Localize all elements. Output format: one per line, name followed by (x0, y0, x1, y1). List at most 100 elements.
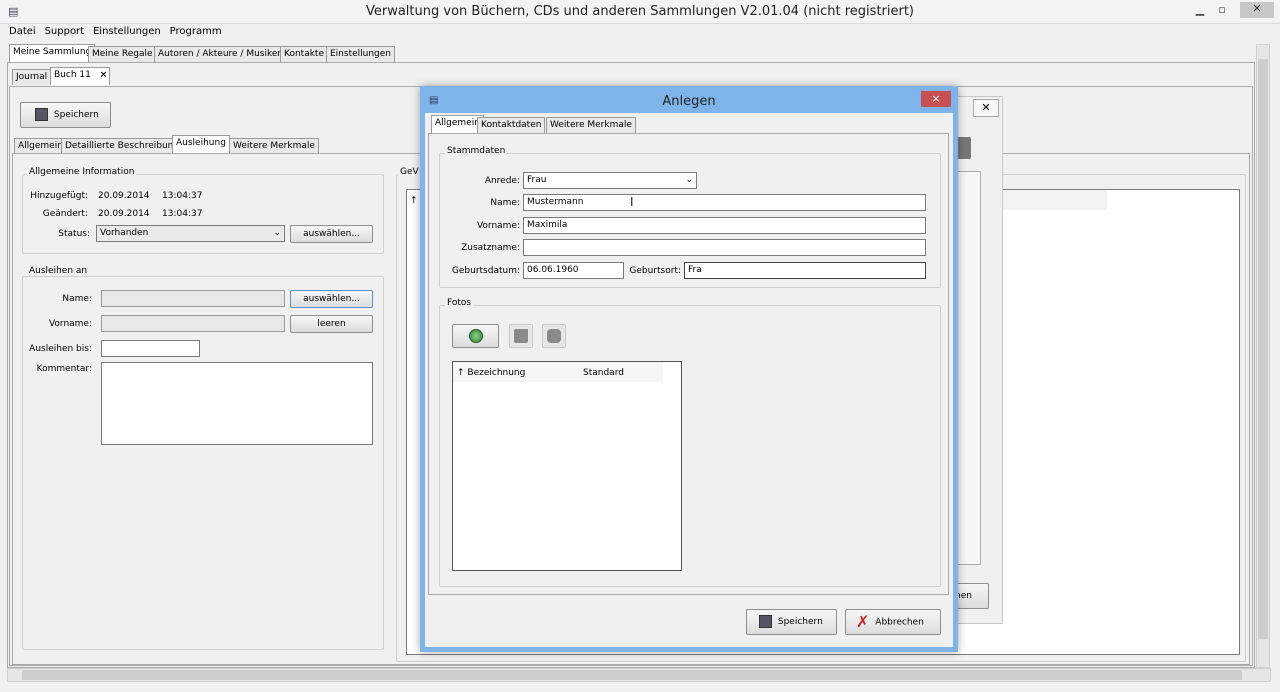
dialog-title: Anlegen (662, 94, 716, 109)
window-titlebar: ▤ Verwaltung von Büchern, CDs und andere… (0, 0, 1280, 24)
col-bezeichnung[interactable]: ↑ Bezeichnung (457, 368, 525, 378)
geburtsort-label: Geburtsort: (629, 266, 681, 276)
lend-group-title: Ausleihen an (27, 266, 90, 276)
background-dialog-close-icon[interactable]: ✕ (973, 99, 999, 117)
dialog-close-icon[interactable]: × (921, 91, 951, 107)
lend-until-label: Ausleihen bis: (29, 344, 92, 354)
lend-name-label: Name: (62, 294, 92, 304)
vertical-scrollbar[interactable] (1256, 44, 1270, 668)
status-select-button[interactable]: auswählen... (290, 225, 373, 243)
zusatzname-label: Zusatzname: (461, 243, 520, 253)
tab-kontakte[interactable]: Kontakte (280, 46, 328, 62)
added-time: 13:04:37 (162, 191, 203, 201)
save-button[interactable]: Speichern (20, 102, 111, 128)
add-photo-button[interactable] (452, 324, 499, 348)
anrede-select[interactable]: Frau ⌄ (523, 172, 697, 189)
tab-einstellungen[interactable]: Einstellungen (326, 46, 396, 62)
tab-journal[interactable]: Journal (12, 69, 52, 85)
photo-table[interactable]: ↑ Bezeichnung Standard (452, 361, 682, 571)
dialog-tab-weitere-merkmale[interactable]: Weitere Merkmale (546, 117, 636, 133)
background-dialog-list (955, 171, 981, 565)
close-icon[interactable]: ✕ (1240, 2, 1274, 18)
dialog-titlebar: ▤ Anlegen × (425, 91, 953, 113)
dialog-tab-allgemein[interactable]: Allgemein (431, 115, 484, 133)
status-value: Vorhanden (100, 228, 149, 238)
dialog-save-button[interactable]: Speichern (746, 609, 837, 635)
anlegen-dialog: ▤ Anlegen × Allgemein Kontaktdaten Weite… (420, 86, 958, 652)
background-dialog: ✕ hen (955, 96, 1003, 624)
gear-icon (957, 137, 971, 159)
floppy-icon (35, 108, 48, 121)
delete-photo-button[interactable] (542, 324, 566, 348)
name-label: Name: (490, 198, 520, 208)
maximize-icon[interactable]: ▫ (1212, 3, 1232, 16)
anrede-label: Anrede: (484, 176, 520, 186)
vertical-scrollbar-thumb[interactable] (1258, 59, 1268, 639)
floppy-icon (759, 615, 772, 628)
tab-detaillierte-beschreibung[interactable]: Detaillierte Beschreibung (61, 138, 184, 154)
added-label: Hinzugefügt: (30, 191, 88, 201)
changed-label: Geändert: (42, 209, 88, 219)
window-title: Verwaltung von Büchern, CDs und anderen … (365, 4, 915, 19)
dialog-cancel-label: Abbrechen (875, 617, 924, 628)
minimize-icon[interactable]: ▁ (1190, 3, 1210, 16)
chevron-down-icon: ⌄ (273, 228, 281, 238)
lend-until-field[interactable] (101, 340, 200, 357)
history-group-title: GeV (398, 167, 421, 177)
lend-name-field (101, 290, 285, 307)
tab-close-icon[interactable]: × (100, 70, 108, 80)
document-icon (514, 329, 528, 343)
cancel-x-icon: ✗ (856, 612, 870, 631)
edit-photo-button[interactable] (509, 324, 533, 348)
dialog-save-label: Speichern (777, 617, 823, 627)
anrede-chevron-down-icon: ⌄ (685, 175, 693, 185)
lend-select-button[interactable]: auswählen... (290, 290, 373, 308)
dialog-cancel-button[interactable]: ✗ Abbrechen (845, 609, 941, 635)
horizontal-scrollbar[interactable] (7, 668, 1271, 682)
lend-vorname-label: Vorname: (48, 319, 92, 329)
status-select[interactable]: Vorhanden ⌄ (96, 225, 285, 242)
geburtsdatum-field[interactable]: 06.06.1960 (523, 262, 624, 279)
tab-ausleihung[interactable]: Ausleihung (172, 135, 230, 155)
zusatzname-field[interactable] (523, 239, 926, 256)
geburtsdatum-label: Geburtsdatum: (451, 266, 520, 276)
background-dialog-button[interactable]: hen (955, 583, 989, 609)
tab-meine-regale[interactable]: Meine Regale (88, 46, 157, 62)
tab-meine-sammlung[interactable]: Meine Sammlung (9, 44, 96, 62)
photo-table-header: ↑ Bezeichnung Standard (453, 362, 663, 382)
horizontal-scrollbar-thumb[interactable] (22, 670, 1242, 680)
added-date: 20.09.2014 (98, 191, 150, 201)
history-sort-icon: ↑ (410, 196, 418, 206)
fotos-title: Fotos (445, 298, 474, 308)
add-icon (468, 329, 483, 343)
tab-weitere-merkmale[interactable]: Weitere Merkmale (229, 138, 319, 154)
anrede-value: Frau (527, 175, 547, 185)
vorname-label: Vorname: (476, 221, 520, 231)
changed-date: 20.09.2014 (98, 209, 150, 219)
tab-buch-label: Buch 11 (54, 70, 91, 80)
tab-buch-11[interactable]: Buch 11 × (50, 67, 110, 85)
status-label: Status: (58, 229, 90, 239)
geburtsort-field[interactable]: Fra (684, 262, 926, 279)
lend-comment-field[interactable] (101, 362, 373, 445)
col-standard[interactable]: Standard (583, 368, 624, 378)
vorname-field[interactable]: Maximila (523, 217, 926, 234)
save-button-label: Speichern (53, 110, 99, 120)
menu-datei[interactable]: Datei (6, 24, 39, 39)
lend-clear-button[interactable]: leeren (290, 315, 373, 333)
name-field[interactable]: Mustermann (523, 194, 926, 211)
text-cursor-icon: I (630, 195, 634, 209)
menu-support[interactable]: Support (42, 24, 88, 39)
menu-bar: Datei Support Einstellungen Programm (0, 24, 1280, 41)
lend-comment-label: Kommentar: (36, 364, 92, 374)
stammdaten-title: Stammdaten (445, 146, 508, 156)
lend-vorname-field (101, 315, 285, 332)
dialog-tab-kontaktdaten[interactable]: Kontaktdaten (477, 117, 546, 133)
changed-time: 13:04:37 (162, 209, 203, 219)
menu-programm[interactable]: Programm (167, 24, 225, 39)
menu-einstellungen[interactable]: Einstellungen (90, 24, 164, 39)
trash-icon (547, 329, 561, 343)
tab-autoren[interactable]: Autoren / Akteure / Musiker (154, 46, 286, 62)
info-group-title: Allgemeine Information (27, 167, 137, 177)
tab-allgemein[interactable]: Allgemein (14, 138, 67, 154)
